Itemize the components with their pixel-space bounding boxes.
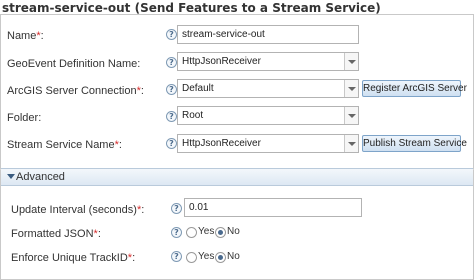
help-icon[interactable]: ? bbox=[166, 138, 177, 149]
caret-down-icon[interactable] bbox=[7, 174, 15, 179]
enforce-trackid-yes-label: Yes bbox=[198, 251, 215, 262]
enforce-trackid-label: Enforce Unique TrackID*: bbox=[11, 252, 136, 264]
folder-label: Folder: bbox=[7, 112, 42, 124]
formatted-json-no-label: No bbox=[227, 226, 240, 237]
register-arcgis-server-button[interactable]: Register ArcGIS Server bbox=[362, 80, 467, 97]
help-icon[interactable]: ? bbox=[166, 84, 177, 95]
connection-value: Default bbox=[182, 83, 214, 94]
page-title: stream-service-out (Send Features to a S… bbox=[2, 1, 381, 15]
help-icon[interactable]: ? bbox=[166, 57, 177, 68]
publish-stream-service-button[interactable]: Publish Stream Service bbox=[362, 135, 467, 152]
stream-service-select[interactable]: HttpJsonReceiver bbox=[177, 134, 359, 153]
chevron-down-icon[interactable] bbox=[344, 53, 358, 70]
help-icon[interactable]: ? bbox=[171, 227, 182, 238]
help-icon[interactable]: ? bbox=[166, 111, 177, 122]
connection-label: ArcGIS Server Connection*: bbox=[7, 85, 144, 97]
advanced-header[interactable]: Advanced bbox=[1, 168, 473, 186]
folder-select[interactable]: Root bbox=[177, 106, 359, 125]
enforce-trackid-radio-group: Yes No bbox=[186, 251, 246, 265]
advanced-label: Advanced bbox=[16, 171, 65, 183]
update-interval-label: Update Interval (seconds)*: bbox=[11, 204, 145, 216]
formatted-json-radio-group: Yes No bbox=[186, 226, 246, 240]
enforce-trackid-yes-radio[interactable] bbox=[186, 252, 197, 263]
connection-select[interactable]: Default bbox=[177, 79, 359, 98]
name-field[interactable]: stream-service-out bbox=[177, 25, 359, 44]
help-icon[interactable]: ? bbox=[171, 203, 182, 214]
formatted-json-no-radio[interactable] bbox=[215, 227, 226, 238]
definition-value: HttpJsonReceiver bbox=[182, 56, 261, 67]
chevron-down-icon[interactable] bbox=[344, 107, 358, 124]
update-interval-field[interactable]: 0.01 bbox=[184, 198, 362, 217]
help-icon[interactable]: ? bbox=[166, 29, 177, 40]
formatted-json-label: Formatted JSON*: bbox=[11, 228, 101, 240]
stream-service-value: HttpJsonReceiver bbox=[182, 138, 261, 149]
formatted-json-yes-radio[interactable] bbox=[186, 227, 197, 238]
enforce-trackid-no-radio[interactable] bbox=[215, 252, 226, 263]
enforce-trackid-no-label: No bbox=[227, 251, 240, 262]
stream-service-label: Stream Service Name*: bbox=[7, 139, 122, 151]
definition-label: GeoEvent Definition Name: bbox=[7, 58, 141, 70]
formatted-json-yes-label: Yes bbox=[198, 226, 215, 237]
chevron-down-icon[interactable] bbox=[344, 80, 358, 97]
folder-value: Root bbox=[182, 110, 204, 121]
chevron-down-icon[interactable] bbox=[344, 135, 358, 152]
help-icon[interactable]: ? bbox=[171, 251, 182, 262]
name-label: Name*: bbox=[7, 30, 44, 42]
definition-select[interactable]: HttpJsonReceiver bbox=[177, 52, 359, 71]
